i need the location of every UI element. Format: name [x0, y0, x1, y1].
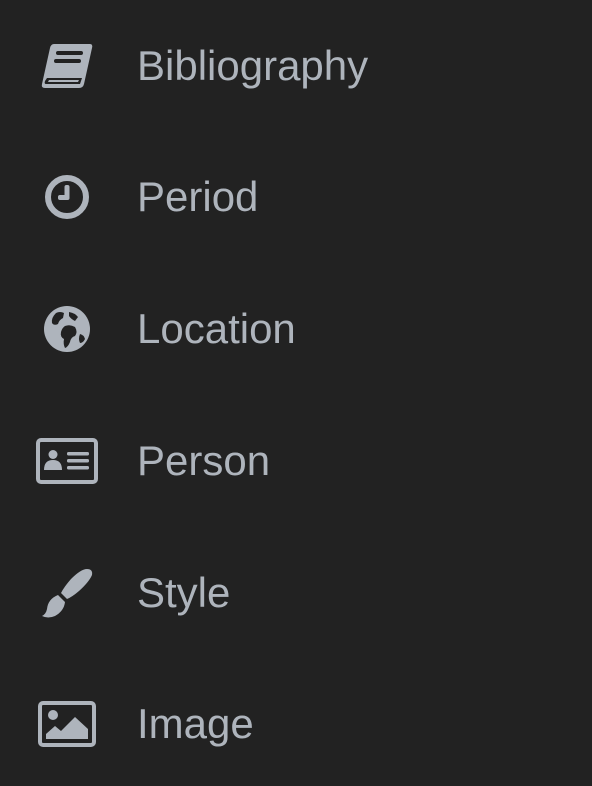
image-icon: [36, 700, 98, 748]
id-card-icon: [36, 437, 98, 485]
menu-item-label: Person: [137, 437, 271, 484]
menu-item-label: Location: [137, 305, 296, 352]
menu-item-style[interactable]: Style: [0, 543, 592, 643]
book-icon: [36, 42, 98, 90]
menu-item-person[interactable]: Person: [0, 411, 592, 511]
menu-item-label: Bibliography: [137, 42, 369, 89]
menu-item-label: Image: [137, 700, 254, 747]
menu-item-period[interactable]: Period: [0, 147, 592, 247]
clock-icon: [36, 173, 98, 221]
menu-item-image[interactable]: Image: [0, 674, 592, 774]
paintbrush-icon: [36, 569, 98, 618]
globe-icon: [36, 305, 98, 353]
menu-item-label: Period: [137, 173, 259, 220]
menu-item-location[interactable]: Location: [0, 279, 592, 379]
side-menu: Bibliography Period Location Person Styl…: [0, 0, 592, 786]
menu-item-label: Style: [137, 569, 231, 616]
menu-item-bibliography[interactable]: Bibliography: [0, 16, 592, 116]
